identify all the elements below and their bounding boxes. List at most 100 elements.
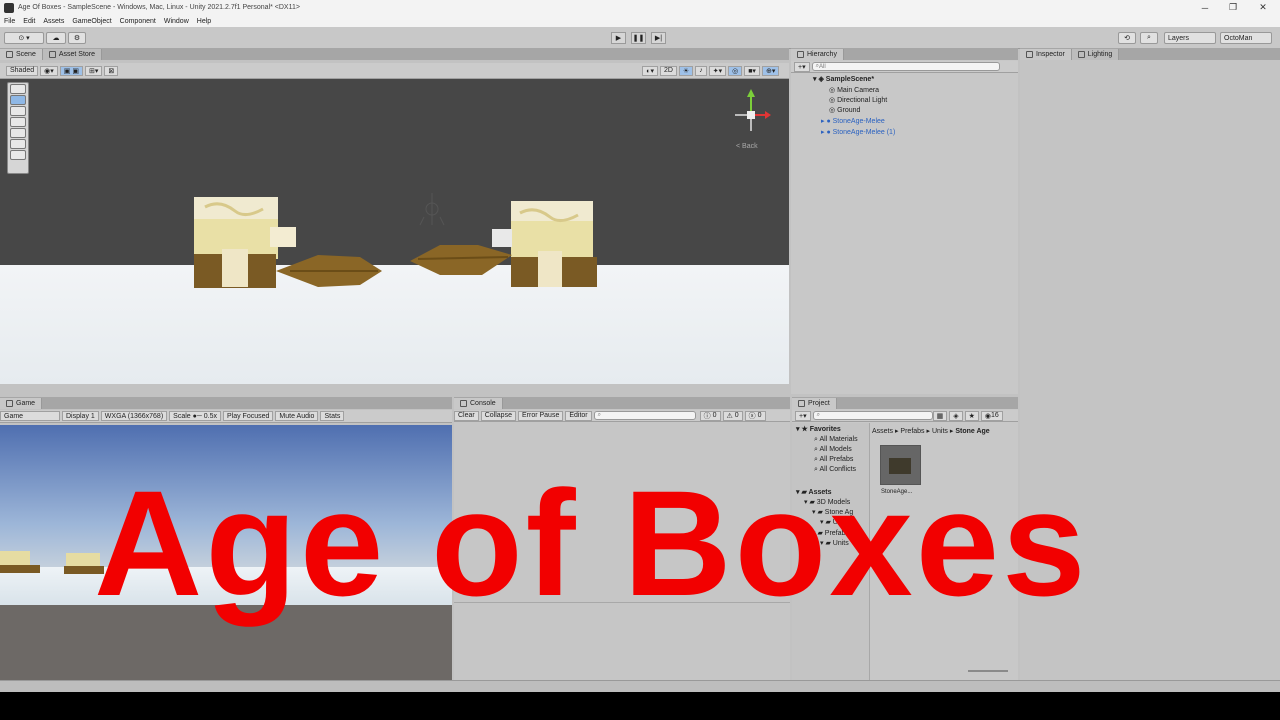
title-bar: Age Of Boxes - SampleScene - Windows, Ma… <box>0 0 1280 15</box>
menu-assets[interactable]: Assets <box>43 18 64 25</box>
menu-help[interactable]: Help <box>197 18 211 25</box>
scale-tool-icon[interactable] <box>10 117 26 127</box>
tab-lighting[interactable]: Lighting <box>1071 49 1120 60</box>
play-focused-dropdown[interactable]: Play Focused <box>223 411 274 421</box>
list-item[interactable]: ⌕ All Models <box>814 446 852 454</box>
tab-console[interactable]: Console <box>454 398 503 409</box>
draw-mode-dropdown[interactable]: Shaded <box>6 65 39 76</box>
breadcrumb-units[interactable]: Units <box>932 428 948 435</box>
favorite-icon[interactable]: ★ <box>964 410 979 421</box>
tab-hierarchy[interactable]: Hierarchy <box>791 49 844 60</box>
stats-toggle[interactable]: Stats <box>320 411 345 421</box>
filter-label-icon[interactable]: ◈ <box>949 410 963 421</box>
project-search-input[interactable]: ⌕ <box>812 411 933 420</box>
tab-scene[interactable]: Scene <box>0 49 43 60</box>
step-button[interactable]: ▶| <box>651 32 666 44</box>
camera-settings-icon[interactable]: ■▾ <box>744 65 760 76</box>
layers-label: Layers <box>1168 34 1190 42</box>
audio-toggle[interactable]: ♪ <box>695 65 707 76</box>
mute-audio-toggle[interactable]: Mute Audio <box>275 411 319 421</box>
search-icon[interactable]: ⌕ <box>1140 32 1158 44</box>
tab-game[interactable]: Game <box>0 398 43 409</box>
minimize-button[interactable]: ─ <box>1190 0 1220 15</box>
warning-count-toggle[interactable]: ⚠ 0 <box>722 410 743 421</box>
tab-asset-store[interactable]: Asset Store <box>42 49 103 60</box>
tab-project[interactable]: Project <box>792 398 837 409</box>
custom-tool-icon[interactable] <box>10 150 26 160</box>
hierarchy-tabstrip: Hierarchy <box>791 48 1018 60</box>
error-count-toggle[interactable]: ⓧ 0 <box>744 410 766 421</box>
account-button[interactable]: ⊙ ▾ <box>4 32 44 44</box>
window-title: Age Of Boxes - SampleScene - Windows, Ma… <box>18 4 300 11</box>
menu-edit[interactable]: Edit <box>23 18 35 25</box>
grid-snap-icon[interactable]: ⊞▾ <box>84 65 103 76</box>
menu-window[interactable]: Window <box>164 18 189 25</box>
scale-slider[interactable]: Scale ●─ 0.5x <box>169 411 221 421</box>
view-2d-toggle[interactable]: 2D <box>659 65 677 76</box>
thumbnail-size-slider[interactable] <box>968 670 1008 672</box>
create-button[interactable]: +▾ <box>794 61 810 72</box>
collab-icon[interactable]: ⚙ <box>68 32 86 44</box>
breadcrumb-assets[interactable]: Assets <box>872 428 893 435</box>
gizmos-dropdown[interactable]: ⊕▾ <box>761 65 780 76</box>
rotate-tool-icon[interactable] <box>10 106 26 116</box>
error-pause-toggle[interactable]: Error Pause <box>517 410 564 421</box>
menu-component[interactable]: Component <box>120 18 156 25</box>
render-mode-icon[interactable]: ◐▾ <box>642 65 658 76</box>
close-button[interactable]: ✕ <box>1248 0 1278 15</box>
list-item[interactable]: ◎ Directional Light <box>829 96 887 104</box>
gizmo-view-label: < Back <box>736 143 758 150</box>
hidden-packages-count[interactable]: ◉ 16 <box>980 410 1003 421</box>
console-search-input[interactable]: ⌕ <box>593 411 696 420</box>
play-button[interactable]: ▶ <box>611 32 626 44</box>
transform-tool-icon[interactable] <box>10 139 26 149</box>
pause-button[interactable]: ❚❚ <box>631 32 646 44</box>
editor-dropdown[interactable]: Editor <box>565 410 592 421</box>
inspector-tabstrip: Inspector Lighting <box>1020 48 1280 60</box>
lighting-toggle[interactable]: ☀ <box>678 65 694 76</box>
list-item[interactable]: ▸ ● StoneAge-Melee (1) <box>821 128 895 136</box>
maximize-button[interactable]: ❐ <box>1218 0 1248 15</box>
cloud-icon[interactable]: ☁ <box>46 32 66 44</box>
stoneage-melee-unit-right <box>410 201 597 287</box>
project-create-button[interactable]: +▾ <box>795 410 811 421</box>
history-icon[interactable]: ⟲ <box>1118 32 1136 44</box>
scene-root-row[interactable]: ▾ ◈ SampleScene* <box>813 75 874 83</box>
list-item[interactable]: ⌕ All Materials <box>814 436 858 444</box>
scene-viewport[interactable]: < Back <box>0 79 789 384</box>
list-item[interactable]: ◎ Ground <box>829 106 860 114</box>
shading-icon[interactable]: ◉▾ <box>40 65 58 76</box>
layout-dropdown[interactable]: OctoMan <box>1220 32 1272 44</box>
filter-type-icon[interactable]: ▦ <box>932 410 948 421</box>
snap-increment[interactable]: ⊠ <box>104 65 119 76</box>
log-count-toggle[interactable]: ⓘ 0 <box>699 410 721 421</box>
menu-file[interactable]: File <box>4 18 15 25</box>
favorites-header[interactable]: ▾ ★ Favorites <box>796 425 841 433</box>
effects-toggle[interactable]: ✦▾ <box>708 65 727 76</box>
clear-button[interactable]: Clear <box>454 410 479 421</box>
game-icon <box>6 400 13 407</box>
resolution-dropdown[interactable]: WXGA (1366x768) <box>100 411 168 421</box>
hidden-objects-toggle[interactable]: ◎ <box>728 65 743 76</box>
hand-tool-icon[interactable] <box>10 84 26 94</box>
project-icon <box>798 400 805 407</box>
overlay-title: Age of Boxes <box>94 459 1089 627</box>
game-mode-dropdown[interactable]: Game <box>0 411 60 421</box>
scene-tabstrip: Scene Asset Store <box>0 48 789 60</box>
move-tool-icon[interactable] <box>10 95 26 105</box>
layers-dropdown[interactable]: Layers <box>1164 32 1216 44</box>
list-item[interactable]: ◎ Main Camera <box>829 86 879 94</box>
menu-gameobject[interactable]: GameObject <box>72 18 111 25</box>
display-dropdown[interactable]: Display 1 <box>62 411 99 421</box>
pivot-toggle[interactable]: ▣ ▣ <box>59 65 83 76</box>
breadcrumb-prefabs[interactable]: Prefabs <box>900 428 924 435</box>
rect-tool-icon[interactable] <box>10 128 26 138</box>
list-item[interactable]: ▸ ● StoneAge-Melee <box>821 117 885 125</box>
scene-toolbar: Shaded ◉▾ ▣ ▣ ⊞▾ ⊠ ◐▾ 2D ☀ ♪ ✦▾ ◎ ■▾ ⊕▾ <box>0 63 789 79</box>
hierarchy-search-input[interactable]: ⌕ All <box>811 62 1000 71</box>
collapse-toggle[interactable]: Collapse <box>480 410 516 421</box>
tab-inspector[interactable]: Inspector <box>1020 49 1072 60</box>
console-icon <box>460 400 467 407</box>
unity-logo-icon <box>4 2 14 13</box>
breadcrumb-stone-age[interactable]: Stone Age <box>955 428 989 435</box>
